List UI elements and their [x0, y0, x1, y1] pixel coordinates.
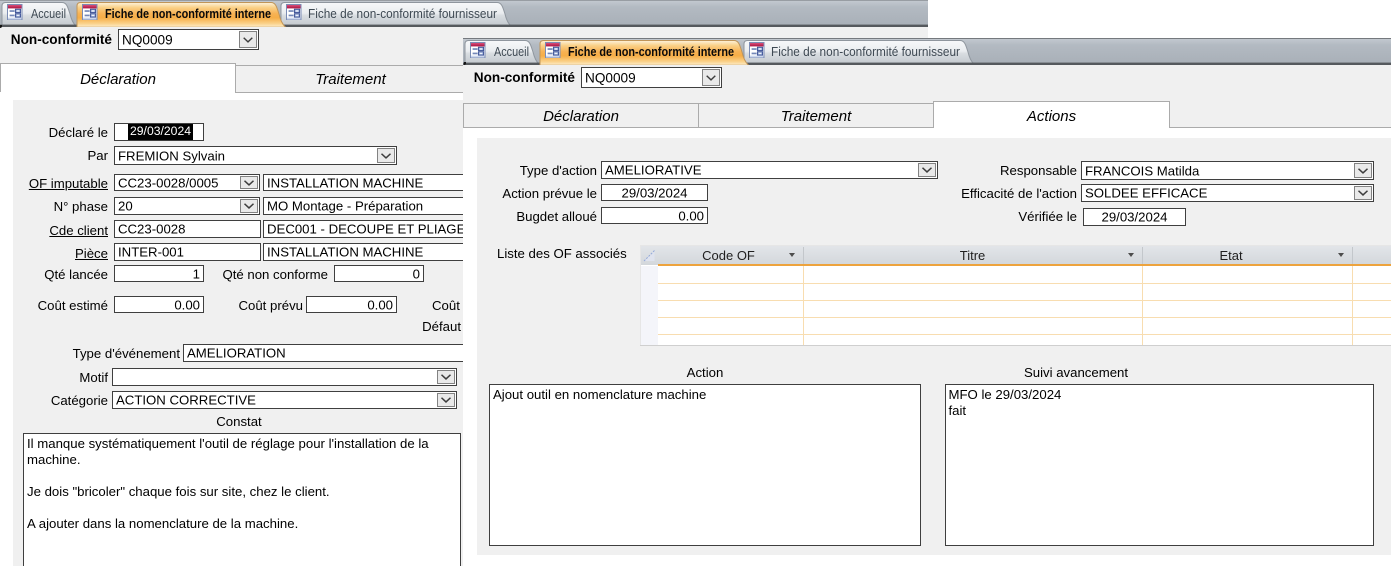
svg-text:Fiche de non-conformité intern: Fiche de non-conformité interne — [568, 44, 734, 59]
svg-text:Accueil: Accueil — [494, 44, 529, 59]
svg-text:Fiche de non-conformité fourni: Fiche de non-conformité fournisseur — [771, 44, 961, 59]
svg-text:Accueil: Accueil — [31, 6, 66, 21]
svg-text:Fiche de non-conformité intern: Fiche de non-conformité interne — [105, 6, 271, 21]
svg-text:Fiche de non-conformité fourni: Fiche de non-conformité fournisseur — [308, 6, 498, 21]
